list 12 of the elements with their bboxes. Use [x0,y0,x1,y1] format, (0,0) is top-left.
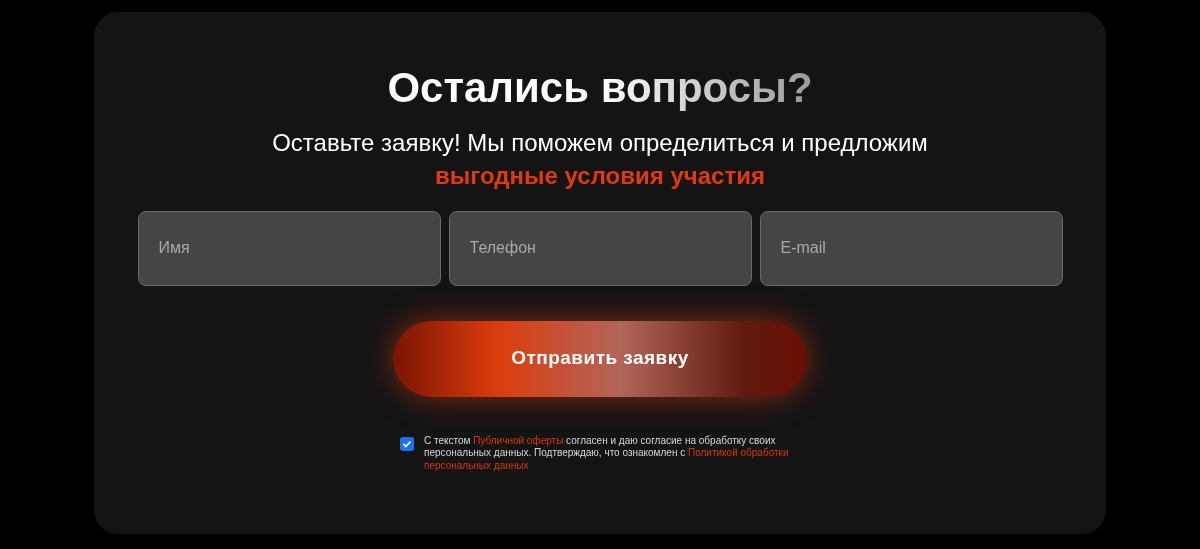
subtitle-accent: выгодные условия участия [435,160,765,191]
consent-text: С текстом Публичной оферты согласен и даю согласие на обработку своих персональных данных. Подтверждаю, что ознакомлен с Политикой обработки персональных данных [424,434,790,472]
input-field[interactable]: Имя [137,210,441,286]
subtitle: Оставьте заявку! Мы поможем определиться и предложим [272,127,928,158]
input-field[interactable]: E-mail [759,210,1063,286]
input-field[interactable]: Телефон [448,210,752,286]
policy-link[interactable]: Публичной оферты [473,434,564,446]
policy-link[interactable]: Политикой обработки [687,447,789,458]
checkmark-icon [402,438,412,449]
checkbox[interactable] [400,436,414,451]
policy-link[interactable]: персональных данных [424,459,529,471]
submit-button[interactable]: Отправить заявку [393,320,807,397]
